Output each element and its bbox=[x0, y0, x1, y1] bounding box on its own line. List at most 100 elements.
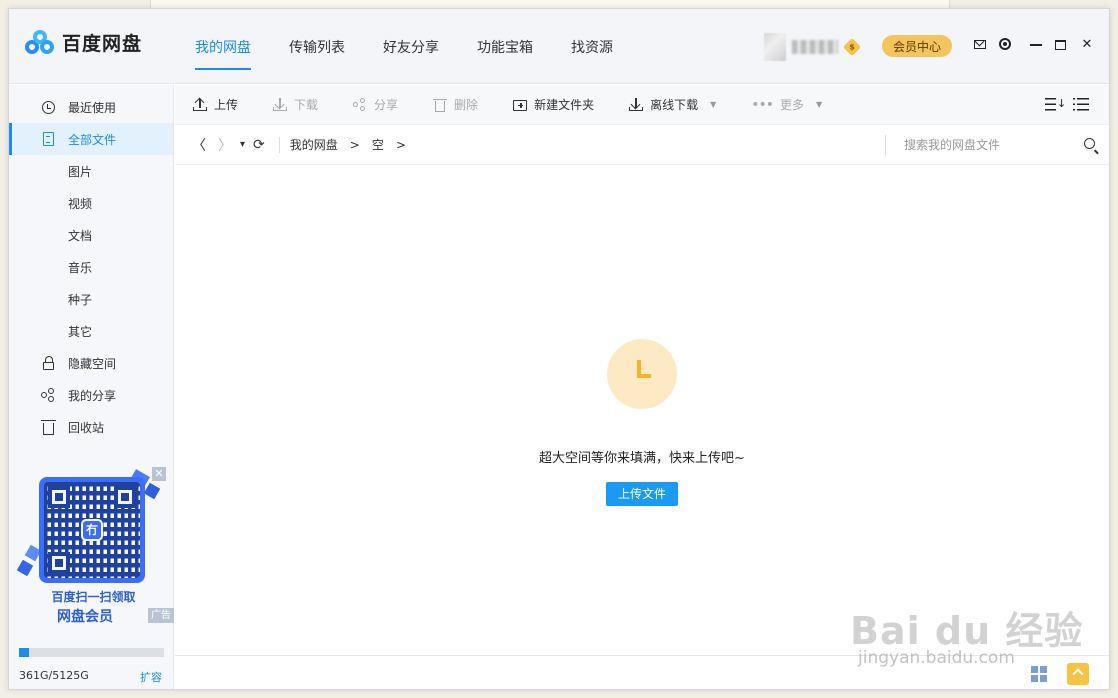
clock-icon bbox=[41, 100, 55, 114]
delete-button[interactable]: 删除 bbox=[433, 96, 478, 113]
tab-friend-share[interactable]: 好友分享 bbox=[383, 9, 439, 84]
minimize-button[interactable] bbox=[1030, 38, 1044, 52]
chevron-down-icon: ▼ bbox=[710, 100, 717, 109]
promo-close-button[interactable]: ✕ bbox=[152, 467, 166, 481]
view-controls: ↓ bbox=[1033, 97, 1089, 111]
grid-view-icon[interactable] bbox=[1031, 666, 1047, 682]
empty-message: 超大空间等你来填满，快来上传吧~ bbox=[539, 451, 745, 466]
expand-storage-link[interactable]: 扩容 bbox=[140, 669, 162, 685]
sidebar-item-music[interactable]: 音乐 bbox=[9, 251, 173, 283]
watermark-url: jingyan.baidu.com bbox=[858, 648, 1015, 668]
sidebar-item-torrents[interactable]: 种子 bbox=[9, 283, 173, 315]
search-icon[interactable] bbox=[1084, 138, 1095, 149]
storage-progress-fill bbox=[19, 648, 30, 657]
download-icon bbox=[629, 97, 644, 112]
gear-icon bbox=[999, 38, 1011, 50]
share-button[interactable]: 分享 bbox=[353, 96, 398, 113]
upload-file-button[interactable]: 上传文件 bbox=[606, 482, 678, 506]
breadcrumb-separator: > bbox=[349, 137, 360, 152]
promo-banner[interactable]: 冇 ✕ 百度扫一扫领取 网盘会员 广告 bbox=[16, 467, 174, 627]
breadcrumb-separator: > bbox=[395, 137, 406, 152]
upload-button[interactable]: 上传 bbox=[193, 96, 238, 113]
app-logo: 百度网盘 bbox=[25, 29, 142, 56]
app-name: 百度网盘 bbox=[62, 33, 143, 55]
chevron-down-icon: ▼ bbox=[816, 100, 823, 109]
sidebar-item-recycle-bin[interactable]: 回收站 bbox=[9, 411, 173, 443]
sidebar: 最近使用 全部文件 图片 视频 文档 音乐 种子 其它 隐藏空间 我的分享 回收… bbox=[9, 85, 174, 689]
upload-fab-button[interactable] bbox=[1067, 663, 1089, 685]
divider bbox=[278, 136, 280, 153]
sidebar-item-videos[interactable]: 视频 bbox=[9, 187, 173, 219]
settings-button[interactable] bbox=[999, 38, 1013, 52]
breadcrumb-current[interactable]: 空 bbox=[372, 136, 384, 153]
download-icon bbox=[273, 97, 288, 112]
close-button[interactable]: ✕ bbox=[1080, 38, 1094, 52]
sidebar-item-my-shares[interactable]: 我的分享 bbox=[9, 379, 173, 411]
close-icon: ✕ bbox=[1081, 37, 1093, 52]
tab-find-resources[interactable]: 找资源 bbox=[571, 9, 613, 84]
more-button[interactable]: ••• 更多 ▼ bbox=[751, 96, 822, 113]
file-icon bbox=[42, 132, 54, 146]
more-dots-icon: ••• bbox=[751, 96, 774, 113]
back-button[interactable]: 〈 bbox=[192, 135, 206, 155]
cloud-logo-icon bbox=[25, 29, 55, 56]
window-controls: ✕ bbox=[974, 38, 1105, 52]
trash-icon bbox=[40, 419, 56, 435]
promo-text-line1: 百度扫一扫领取 bbox=[51, 590, 136, 604]
tab-transfer-list[interactable]: 传输列表 bbox=[289, 9, 345, 84]
mail-icon bbox=[974, 40, 986, 49]
qr-center-logo-icon: 冇 bbox=[81, 519, 103, 541]
sidebar-item-other[interactable]: 其它 bbox=[9, 315, 173, 347]
search-input[interactable] bbox=[904, 138, 1074, 152]
decor-cube bbox=[143, 482, 161, 500]
sidebar-item-images[interactable]: 图片 bbox=[9, 155, 173, 187]
mail-button[interactable] bbox=[974, 38, 988, 52]
user-area[interactable]: $ bbox=[764, 33, 862, 61]
path-bar: 〈 〉 ▾ ⟳ 我的网盘 > 空 > bbox=[175, 125, 1109, 165]
maximize-button[interactable] bbox=[1055, 38, 1069, 52]
storage-progress-bar bbox=[19, 648, 164, 657]
storage-usage-text: 361G/5125G bbox=[19, 669, 89, 682]
tab-my-netdisk[interactable]: 我的网盘 bbox=[195, 9, 251, 84]
list-view-icon bbox=[1077, 98, 1089, 111]
watermark-logo: Bai du 经验 bbox=[850, 609, 1084, 653]
new-folder-icon bbox=[513, 98, 528, 112]
breadcrumb-root[interactable]: 我的网盘 bbox=[290, 136, 338, 153]
download-button[interactable]: 下载 bbox=[273, 96, 318, 113]
list-view-button[interactable] bbox=[1073, 98, 1089, 111]
ad-tag: 广告 bbox=[148, 608, 174, 623]
sort-button[interactable]: ↓ bbox=[1045, 97, 1066, 111]
member-center-button[interactable]: 会员中心 bbox=[882, 35, 952, 57]
avatar[interactable] bbox=[764, 33, 786, 61]
toolbar: 上传 下载 分享 删除 新建文件夹 离线下载 ▼ ••• 更多 ▼ ↓ bbox=[175, 85, 1109, 125]
sidebar-item-recent[interactable]: 最近使用 bbox=[9, 91, 173, 123]
refresh-button[interactable]: ⟳ bbox=[253, 137, 265, 153]
username-redacted bbox=[792, 40, 838, 54]
upload-icon bbox=[193, 98, 207, 112]
minimize-icon bbox=[1030, 44, 1042, 46]
background-window-strip bbox=[150, 0, 950, 8]
sort-icon bbox=[1045, 98, 1056, 111]
sidebar-item-hidden-space[interactable]: 隐藏空间 bbox=[9, 347, 173, 379]
forward-button[interactable]: 〉 bbox=[218, 135, 232, 155]
offline-download-button[interactable]: 离线下载 ▼ bbox=[629, 96, 716, 113]
title-bar: 百度网盘 我的网盘 传输列表 好友分享 功能宝箱 找资源 $ 会员中心 ✕ bbox=[9, 9, 1109, 84]
app-window: 百度网盘 我的网盘 传输列表 好友分享 功能宝箱 找资源 $ 会员中心 ✕ 最近 bbox=[8, 8, 1110, 690]
history-dropdown-icon[interactable]: ▾ bbox=[240, 139, 245, 150]
tab-toolbox[interactable]: 功能宝箱 bbox=[477, 9, 533, 84]
main-panel: 上传 下载 分享 删除 新建文件夹 离线下载 ▼ ••• 更多 ▼ ↓ 〈 〉 … bbox=[175, 85, 1109, 689]
sidebar-item-documents[interactable]: 文档 bbox=[9, 219, 173, 251]
trash-icon bbox=[433, 98, 448, 112]
search-box bbox=[885, 135, 1095, 155]
maximize-icon bbox=[1055, 40, 1066, 50]
main-nav: 我的网盘 传输列表 好友分享 功能宝箱 找资源 bbox=[195, 9, 651, 84]
new-folder-button[interactable]: 新建文件夹 bbox=[513, 96, 594, 113]
clock-empty-icon bbox=[607, 339, 677, 409]
qr-code: 冇 bbox=[39, 477, 145, 583]
empty-state: 超大空间等你来填满，快来上传吧~ 上传文件 bbox=[175, 339, 1109, 506]
lock-icon bbox=[42, 355, 54, 370]
share-icon bbox=[353, 97, 367, 112]
sidebar-item-all-files[interactable]: 全部文件 bbox=[9, 123, 173, 155]
promo-text-line2: 网盘会员 bbox=[57, 609, 113, 625]
share-icon bbox=[41, 388, 55, 402]
